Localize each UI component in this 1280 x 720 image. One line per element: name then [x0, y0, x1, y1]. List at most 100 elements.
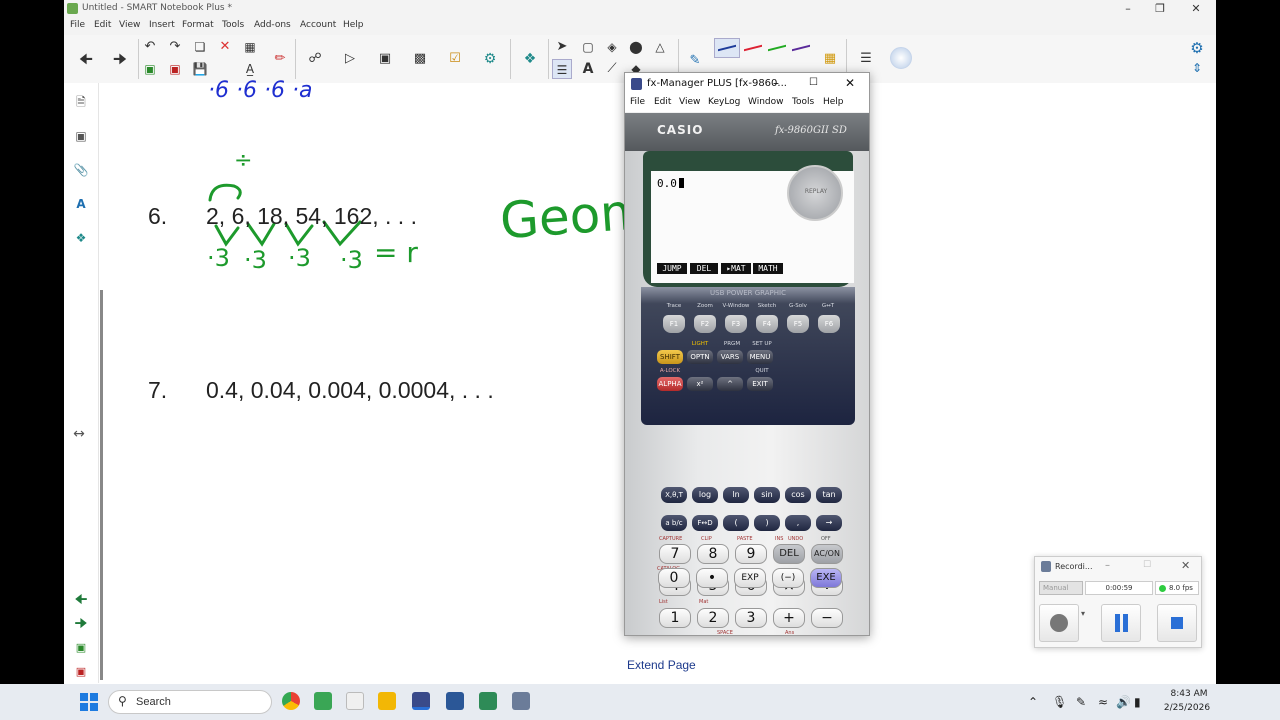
fx-menu-edit[interactable]: Edit: [654, 97, 671, 107]
sidebar-delete-page-icon[interactable]: ▣: [72, 663, 90, 681]
negative-key[interactable]: (−): [772, 568, 804, 588]
store-arrow-key[interactable]: →: [816, 515, 842, 531]
stop-button[interactable]: [1157, 604, 1197, 642]
add-page-icon[interactable]: ▣: [140, 59, 160, 79]
key-7[interactable]: 7: [659, 544, 691, 564]
select-tool-icon[interactable]: ➤: [552, 37, 572, 57]
page-sorter-icon[interactable]: 🗎: [72, 93, 90, 111]
clock-time[interactable]: 8:43 AM: [1160, 689, 1218, 699]
color-palette-icon[interactable]: ▦: [820, 49, 840, 69]
sin-key[interactable]: sin: [754, 487, 780, 503]
cos-key[interactable]: cos: [785, 487, 811, 503]
f5-key[interactable]: F5: [787, 315, 809, 333]
pen-type-icon[interactable]: ✎: [685, 51, 705, 71]
record-options-arrow-icon[interactable]: ▾: [1081, 609, 1085, 618]
chrome-icon[interactable]: [282, 692, 300, 710]
fill-tool-icon[interactable]: △: [650, 37, 670, 57]
whiteboard-icon[interactable]: ▣: [375, 49, 395, 69]
move-toolbar-icon[interactable]: ⇕: [1184, 61, 1210, 79]
plus-key[interactable]: +: [773, 608, 805, 628]
clock-date[interactable]: 2/25/2026: [1156, 703, 1218, 713]
page-scrollbar[interactable]: [100, 290, 103, 680]
fx-menu-window[interactable]: Window: [748, 97, 784, 107]
f6-key[interactable]: F6: [818, 315, 840, 333]
camera-icon[interactable]: ☍: [305, 49, 325, 69]
magic-pen-icon[interactable]: ⬤: [626, 37, 646, 57]
close-paren-key[interactable]: ): [754, 515, 780, 531]
tag-icon[interactable]: ▷: [340, 49, 360, 69]
power-key[interactable]: ^: [717, 377, 743, 391]
fx-minimize-button[interactable]: –: [773, 76, 779, 90]
properties-icon[interactable]: ☰: [856, 49, 876, 69]
pen-icon[interactable]: ✎: [1076, 695, 1086, 709]
f2-key[interactable]: F2: [694, 315, 716, 333]
addons-tab-icon[interactable]: ❖: [72, 229, 90, 247]
menu-account[interactable]: Account: [300, 20, 336, 30]
response-icon[interactable]: ☑: [445, 49, 465, 69]
taskbar-search-input[interactable]: ⚲ Search: [108, 690, 272, 714]
properties-tab-icon[interactable]: A: [72, 195, 90, 213]
fx-menu-tools[interactable]: Tools: [792, 97, 814, 107]
fraction-key[interactable]: a b/c: [661, 515, 687, 531]
f1-key[interactable]: F1: [663, 315, 685, 333]
x-squared-key[interactable]: x²: [687, 377, 713, 391]
recorder-close-button[interactable]: ✕: [1181, 559, 1190, 572]
x-theta-t-key[interactable]: X,θ,T: [661, 487, 687, 503]
key-0[interactable]: 0: [658, 568, 690, 588]
gallery-icon[interactable]: ▣: [72, 127, 90, 145]
sidebar-next-page-icon[interactable]: 🠊: [72, 615, 90, 633]
undo-icon[interactable]: ↶: [140, 37, 160, 57]
fx-menu-file[interactable]: File: [630, 97, 645, 107]
volume-icon[interactable]: 🔊: [1116, 695, 1131, 709]
line-tool-icon[interactable]: ⟋: [602, 59, 622, 79]
menu-key[interactable]: MENU: [747, 350, 773, 364]
sidebar-prev-page-icon[interactable]: 🠈: [72, 591, 90, 609]
ln-key[interactable]: ln: [723, 487, 749, 503]
shift-key[interactable]: SHIFT: [657, 350, 683, 364]
measure-tool-icon[interactable]: ☰: [552, 59, 572, 79]
windows-start-icon[interactable]: [80, 693, 98, 711]
document-camera-icon[interactable]: ▩: [410, 49, 430, 69]
menu-format[interactable]: Format: [182, 20, 214, 30]
minus-key[interactable]: −: [811, 608, 843, 628]
f-d-key[interactable]: F↔D: [692, 515, 718, 531]
delete-page-icon[interactable]: ▣: [165, 59, 185, 79]
handwriting-recognition-icon[interactable]: A̲: [240, 59, 260, 79]
ac-on-key[interactable]: AC/ON: [811, 544, 843, 564]
toggle-sidebar-icon[interactable]: ↔: [70, 425, 88, 443]
maximize-button[interactable]: ❐: [1146, 1, 1174, 17]
fx-menu-keylog[interactable]: KeyLog: [708, 97, 740, 107]
f4-key[interactable]: F4: [756, 315, 778, 333]
log-key[interactable]: log: [692, 487, 718, 503]
decimal-point-key[interactable]: •: [696, 568, 728, 588]
save-icon[interactable]: 💾: [190, 59, 210, 79]
fx-maximize-button[interactable]: ☐: [809, 77, 818, 88]
pen-tool-icon[interactable]: ▢: [578, 37, 598, 57]
recorder-taskbar-icon[interactable]: [512, 692, 530, 710]
extensions-icon[interactable]: ❖: [520, 49, 540, 69]
menu-tools[interactable]: Tools: [222, 20, 244, 30]
pen-swatch-green-icon[interactable]: [768, 44, 786, 52]
previous-page-icon[interactable]: 🠈: [76, 49, 96, 69]
menu-help[interactable]: Help: [343, 20, 364, 30]
text-tool-icon[interactable]: A: [578, 59, 598, 79]
wifi-icon[interactable]: ≈: [1098, 695, 1108, 709]
menu-edit[interactable]: Edit: [94, 20, 111, 30]
fx-close-button[interactable]: ✕: [845, 76, 855, 90]
table-icon[interactable]: ▦: [240, 37, 260, 57]
menu-file[interactable]: File: [70, 20, 85, 30]
key-3[interactable]: 3: [735, 608, 767, 628]
attachments-icon[interactable]: 📎: [72, 161, 90, 179]
pen-swatch-red-icon[interactable]: [744, 44, 762, 52]
shape-tool-icon[interactable]: ◈: [602, 37, 622, 57]
comma-key[interactable]: ,: [785, 515, 811, 531]
paste-icon[interactable]: ❏: [190, 37, 210, 57]
record-button[interactable]: [1039, 604, 1079, 642]
vars-key[interactable]: VARS: [717, 350, 743, 364]
recorder-mode-select[interactable]: Manual: [1039, 581, 1083, 595]
next-page-icon[interactable]: 🠊: [110, 49, 130, 69]
key-1[interactable]: 1: [659, 608, 691, 628]
pause-button[interactable]: [1101, 604, 1141, 642]
alpha-key[interactable]: ALPHA: [657, 377, 683, 391]
recorder-minimize-button[interactable]: –: [1105, 560, 1110, 571]
